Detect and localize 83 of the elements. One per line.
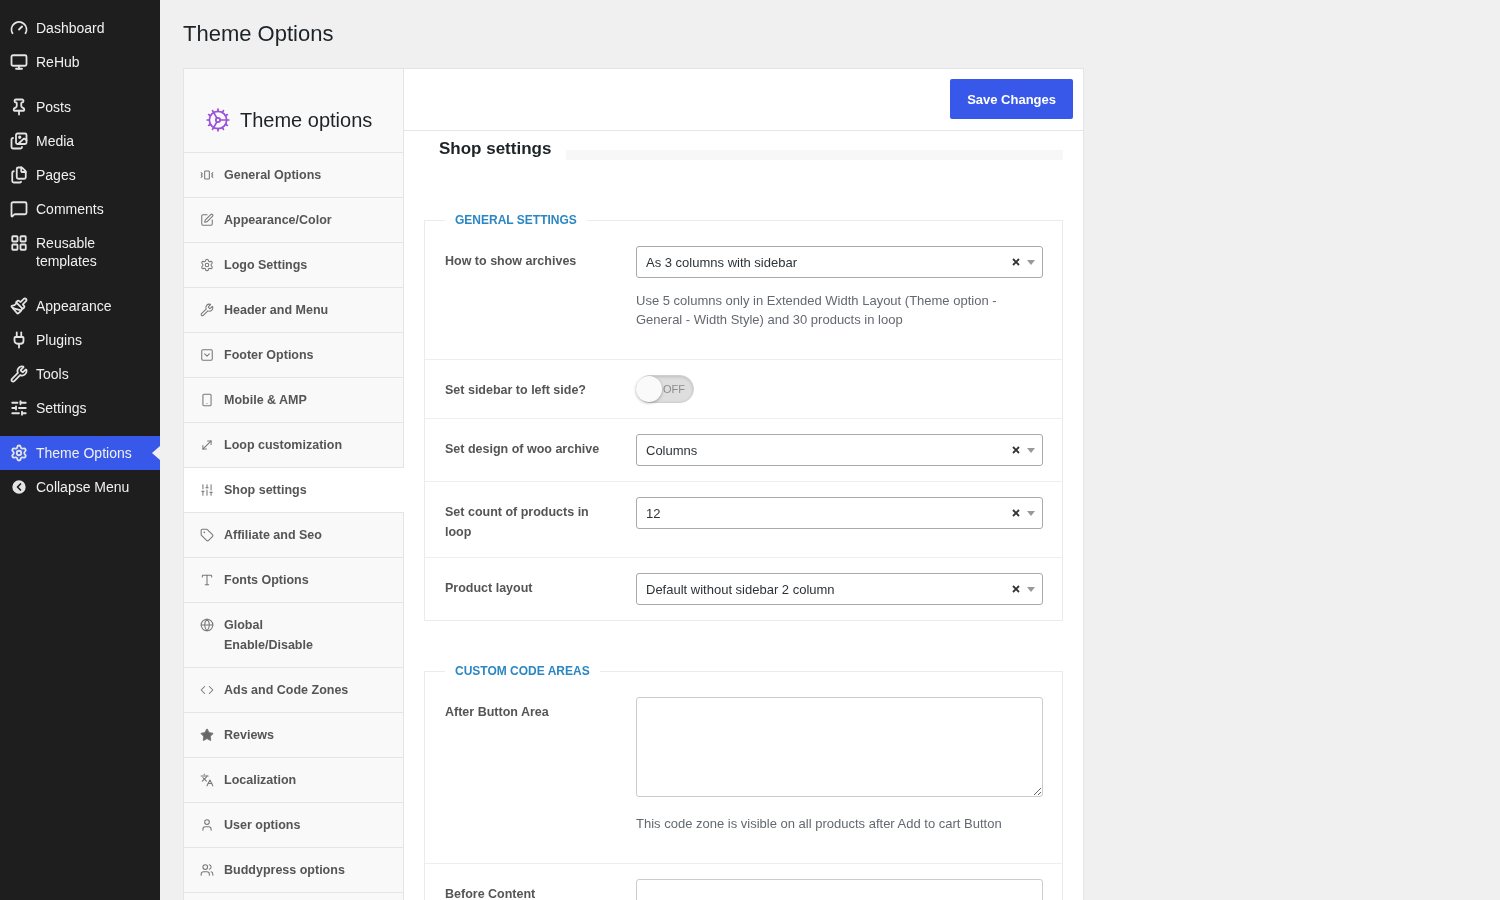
options-nav-item[interactable]: Buddypress options [184,848,403,893]
options-nav-item[interactable]: Mobile & AMP [184,378,403,423]
page-title: Theme Options [183,20,334,48]
grid-icon [10,234,28,252]
panel-title: Theme options [240,107,373,133]
options-nav-item[interactable]: Affiliate and Seo [184,513,403,558]
dropdown-box-icon [200,348,214,362]
options-nav-item[interactable]: Shop settings [184,468,404,513]
admin-menu-item[interactable]: Settings [0,391,160,425]
options-nav-item[interactable]: Ads and Code Zones [184,668,403,713]
gauge-icon [10,19,28,37]
tag-icon [200,528,214,542]
select-field[interactable]: Default without sidebar 2 column [636,573,1043,605]
save-changes-button[interactable]: Save Changes [950,79,1073,119]
clear-icon[interactable] [1012,585,1020,593]
field-description: Use 5 columns only in Extended Width Layout (Theme option - General - Width Style) and 30 products in loop [636,292,998,329]
gear-icon [200,258,214,272]
options-nav-item[interactable]: General Options [184,153,403,198]
options-nav-item[interactable]: Appearance/Color [184,198,403,243]
clear-icon[interactable] [1012,509,1020,517]
wrench-icon [200,303,214,317]
field-description: This code zone is visible on all products after Add to cart Button [636,815,1003,833]
field-label: Product layout [445,580,534,597]
admin-menu-item[interactable]: Theme Options [0,436,160,470]
collapse-menu-button[interactable]: Collapse Menu [0,470,160,504]
font-icon [200,573,214,587]
code-icon [200,683,214,697]
admin-menu-item[interactable]: Media [0,124,160,158]
select-field[interactable]: 12 [636,497,1043,529]
clear-icon[interactable] [1012,258,1020,266]
group-legend: CUSTOM CODE AREAS [445,663,600,679]
diagonal-arrow-icon [200,438,214,452]
select-field[interactable]: As 3 columns with sidebar [636,246,1043,278]
user-icon [200,818,214,832]
options-nav-item[interactable]: Header and Menu [184,288,403,333]
options-nav-item[interactable]: Footer Options [184,333,403,378]
caret-icon [1027,510,1035,516]
wrench-icon [10,365,28,383]
field-label: How to show archives [445,253,578,270]
admin-menu-item[interactable]: Plugins [0,323,160,357]
sliders-icon [10,399,28,417]
paintbrush-icon [10,297,28,315]
options-nav-item[interactable]: Logo Settings [184,243,403,288]
globe-icon [200,618,214,632]
select-field[interactable]: Columns [636,434,1043,466]
edit-icon [200,213,214,227]
current-pointer-icon [152,446,160,460]
gear-icon [205,106,231,133]
caret-icon [1027,447,1035,453]
star-icon [200,728,214,742]
field-label: Set design of woo archive [445,441,601,458]
monitor-icon [10,53,28,71]
options-nav-item[interactable]: User options [184,803,403,848]
admin-menu-item[interactable]: Reusable templates [0,226,160,278]
admin-menu-item[interactable]: Posts [0,90,160,124]
group-legend: GENERAL SETTINGS [445,212,587,228]
phone-icon [200,393,214,407]
field-label: After Button Area [445,704,550,721]
admin-menu-item[interactable]: Pages [0,158,160,192]
device-icon [200,168,214,182]
gear-icon [10,444,28,462]
pages-icon [10,166,28,184]
options-nav-item[interactable]: Localization [184,758,403,803]
field-label: Before Content [445,886,537,900]
pin-icon [10,98,28,116]
admin-menu-item[interactable]: Dashboard [0,11,160,45]
clear-icon[interactable] [1012,446,1020,454]
caret-icon [1027,259,1035,265]
speech-bubble-icon [10,200,28,218]
field-label: Set count of products in loop [445,504,590,541]
admin-menu-item[interactable]: Tools [0,357,160,391]
admin-menu-item[interactable]: Appearance [0,289,160,323]
options-nav-item[interactable]: Reviews [184,713,403,758]
admin-menu-item[interactable]: ReHub [0,45,160,79]
users-icon [200,863,214,877]
sliders-icon [200,483,214,497]
caret-icon [1027,586,1035,592]
language-icon [200,773,214,787]
images-icon [10,132,28,150]
options-nav-item[interactable]: Fonts Options [184,558,403,603]
admin-menu-item[interactable]: Comments [0,192,160,226]
field-label: Set sidebar to left side? [445,382,587,399]
options-nav-item[interactable]: Global Enable/Disable [184,603,403,668]
